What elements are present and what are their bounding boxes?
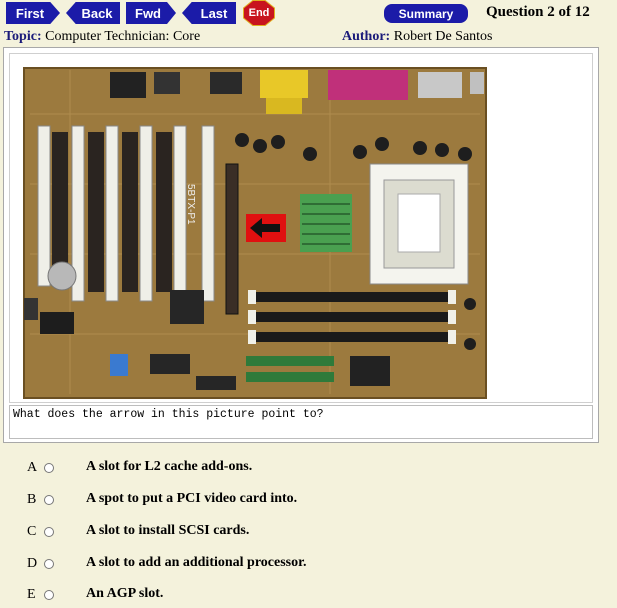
option-text: An AGP slot. — [86, 586, 164, 601]
question-counter: Question 2 of 12 — [486, 4, 590, 20]
option-d[interactable]: D A slot to add an additional processor. — [0, 554, 617, 576]
option-letter: C — [27, 524, 37, 539]
question-text: What does the arrow in this picture poin… — [9, 405, 593, 439]
image-cell: 5BTX-P1 — [9, 53, 593, 403]
end-button[interactable]: End — [244, 1, 274, 25]
option-radio[interactable] — [44, 463, 54, 473]
motherboard-image: 5BTX-P1 — [10, 54, 592, 402]
author-value: Robert De Santos — [393, 29, 493, 44]
option-letter: E — [27, 587, 36, 602]
option-radio[interactable] — [44, 495, 54, 505]
question-frame: 5BTX-P1 What does the arrow in this pict… — [3, 47, 599, 443]
option-letter: A — [27, 460, 38, 475]
option-text: A slot for L2 cache add-ons. — [86, 459, 253, 474]
option-c[interactable]: C A slot to install SCSI cards. — [0, 522, 617, 544]
option-letter: B — [27, 492, 37, 507]
topic-line: Topic: Computer Technician: Core — [4, 29, 200, 45]
back-button[interactable]: Back — [66, 2, 120, 24]
option-a[interactable]: A A slot for L2 cache add-ons. — [0, 458, 617, 480]
author-line: Author: Robert De Santos — [342, 29, 493, 45]
first-button[interactable]: First — [6, 2, 60, 24]
option-b[interactable]: B A spot to put a PCI video card into. — [0, 490, 617, 512]
option-text: A spot to put a PCI video card into. — [86, 491, 298, 506]
author-label: Author: — [342, 29, 391, 44]
option-radio[interactable] — [44, 559, 54, 569]
topic-label: Topic: — [4, 29, 42, 44]
option-letter: D — [27, 556, 38, 571]
topic-value: Computer Technician: Core — [45, 29, 201, 44]
option-radio[interactable] — [44, 590, 54, 600]
last-button[interactable]: Last — [182, 2, 236, 24]
option-text: A slot to install SCSI cards. — [86, 523, 250, 538]
option-e[interactable]: E An AGP slot. — [0, 585, 617, 607]
option-text: A slot to add an additional processor. — [86, 555, 307, 570]
board-silkscreen: 5BTX-P1 — [185, 184, 196, 225]
forward-button[interactable]: Fwd — [126, 2, 176, 24]
option-radio[interactable] — [44, 527, 54, 537]
summary-button[interactable]: Summary — [384, 4, 468, 23]
